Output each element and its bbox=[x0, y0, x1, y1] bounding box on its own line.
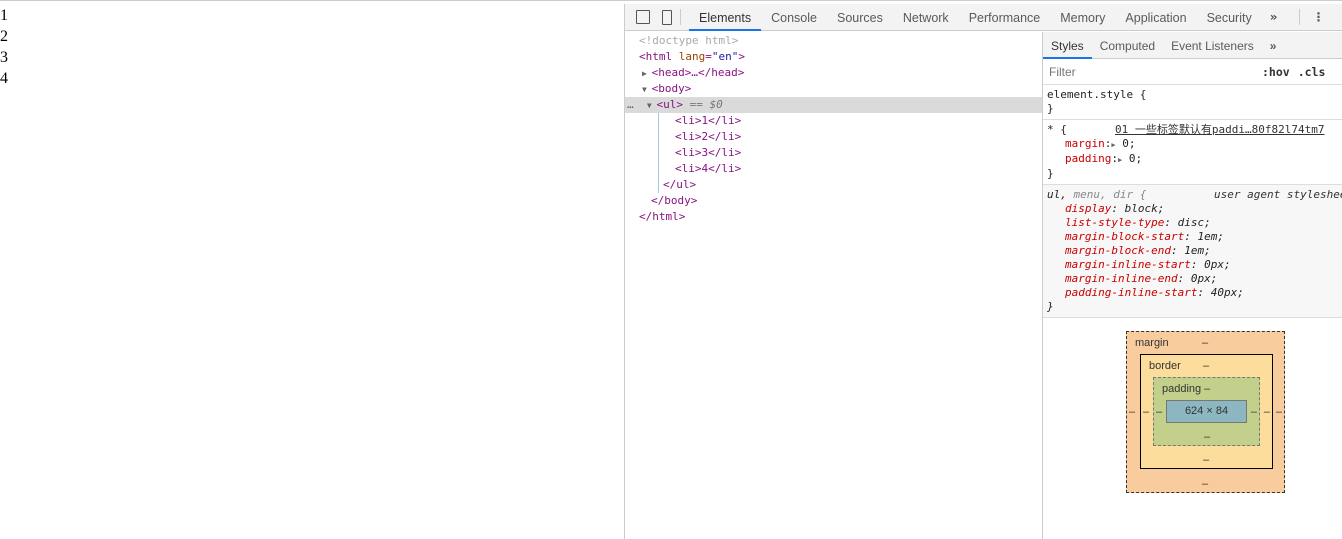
rendered-page: 1 2 3 4 bbox=[0, 5, 624, 89]
dom-node-doctype[interactable]: <!doctype html> bbox=[625, 33, 1042, 49]
tab-event-listeners[interactable]: Event Listeners bbox=[1163, 32, 1262, 59]
dom-node-li[interactable]: <li>1</li> bbox=[625, 113, 1042, 129]
box-model-content: 624 × 84 bbox=[1166, 400, 1247, 423]
dom-node-li[interactable]: <li>2</li> bbox=[625, 129, 1042, 145]
css-property: margin-block-start: 1em; bbox=[1065, 230, 1224, 243]
dom-tree: <!doctype html> <html lang="en"> ▶ <head… bbox=[625, 32, 1042, 539]
filter-bar: :hov .cls bbox=[1043, 59, 1342, 85]
devtools: Elements Console Sources Network Perform… bbox=[624, 4, 1342, 539]
dom-node-html[interactable]: <html lang="en"> bbox=[625, 49, 1042, 65]
dom-node-ul-selected[interactable]: … ▼ <ul> == $0 bbox=[625, 97, 1042, 113]
dom-node-li[interactable]: <li>3</li> bbox=[625, 145, 1042, 161]
tab-performance[interactable]: Performance bbox=[959, 4, 1051, 31]
tab-console[interactable]: Console bbox=[761, 4, 827, 31]
list-item: 1 bbox=[0, 7, 8, 24]
tab-styles[interactable]: Styles bbox=[1043, 32, 1092, 59]
devtools-toolbar: Elements Console Sources Network Perform… bbox=[625, 4, 1342, 31]
menu-icon[interactable]: ⋮ bbox=[1312, 10, 1324, 24]
user-agent-rule: ul, menu, dir { user agent stylesheet di… bbox=[1043, 185, 1342, 318]
dom-node-body[interactable]: ▼ <body> bbox=[625, 81, 1042, 97]
element-style-rule[interactable]: element.style {} bbox=[1043, 85, 1342, 120]
list-item: 4 bbox=[0, 70, 8, 87]
dom-node-body-close[interactable]: </body> bbox=[625, 193, 1042, 209]
divider bbox=[680, 9, 681, 25]
dom-node-html-close[interactable]: </html> bbox=[625, 209, 1042, 225]
styles-filter-input[interactable] bbox=[1047, 61, 1252, 82]
tab-computed[interactable]: Computed bbox=[1092, 32, 1163, 59]
box-model-margin: margin – – – – border – – – – padding – – – – … bbox=[1126, 331, 1285, 493]
more-actions-icon[interactable]: … bbox=[627, 98, 647, 111]
css-property[interactable]: padding:▶ 0; bbox=[1047, 152, 1338, 167]
dom-node-ul-close[interactable]: </ul> bbox=[625, 177, 1042, 193]
dom-node-head[interactable]: ▶ <head>…</head> bbox=[625, 65, 1042, 81]
cls-toggle[interactable]: .cls bbox=[1298, 65, 1326, 79]
list-item: 2 bbox=[0, 28, 8, 45]
tab-application[interactable]: Application bbox=[1115, 4, 1196, 31]
css-property: margin-inline-start: 0px; bbox=[1065, 258, 1231, 271]
css-property[interactable]: margin:▶ 0; bbox=[1047, 137, 1338, 152]
collapse-arrow-icon[interactable]: ▼ bbox=[647, 101, 657, 110]
tab-network[interactable]: Network bbox=[893, 4, 959, 31]
universal-rule[interactable]: * { 01 一些标签默认有paddi…80f82l74tm7 margin:▶… bbox=[1043, 120, 1342, 185]
box-model-padding: padding – – – – 624 × 84 bbox=[1153, 377, 1260, 446]
user-agent-source: user agent stylesheet bbox=[1214, 188, 1342, 201]
dom-node-li[interactable]: <li>4</li> bbox=[625, 161, 1042, 177]
tree-guide-line bbox=[658, 113, 659, 193]
styles-pane: Styles Computed Event Listeners » :hov .… bbox=[1042, 32, 1342, 539]
tab-memory[interactable]: Memory bbox=[1050, 4, 1115, 31]
expand-arrow-icon[interactable]: ▶ bbox=[642, 69, 652, 78]
css-property: list-style-type: disc; bbox=[1065, 216, 1211, 229]
device-toolbar-icon[interactable] bbox=[662, 9, 672, 25]
collapse-arrow-icon[interactable]: ▼ bbox=[642, 85, 652, 94]
css-property: padding-inline-start: 40px; bbox=[1065, 286, 1244, 299]
box-model-border: border – – – – padding – – – – 624 × 84 bbox=[1140, 354, 1273, 469]
css-property: margin-block-end: 1em; bbox=[1065, 244, 1211, 257]
tab-sources[interactable]: Sources bbox=[827, 4, 893, 31]
css-property: display: block; bbox=[1065, 202, 1165, 215]
css-property: margin-inline-end: 0px; bbox=[1065, 272, 1218, 285]
stylesheet-source-link[interactable]: 01 一些标签默认有paddi…80f82l74tm7 bbox=[1115, 123, 1324, 137]
list-item: 3 bbox=[0, 49, 8, 66]
inspect-element-icon[interactable] bbox=[636, 10, 650, 24]
more-tabs-icon[interactable]: » bbox=[1262, 32, 1285, 59]
tab-elements[interactable]: Elements bbox=[689, 4, 762, 31]
hov-toggle[interactable]: :hov bbox=[1262, 65, 1290, 79]
more-tabs-icon[interactable]: » bbox=[1262, 10, 1286, 24]
divider bbox=[1299, 9, 1301, 25]
tab-security[interactable]: Security bbox=[1197, 4, 1262, 31]
styles-tabs: Styles Computed Event Listeners » bbox=[1043, 32, 1342, 59]
